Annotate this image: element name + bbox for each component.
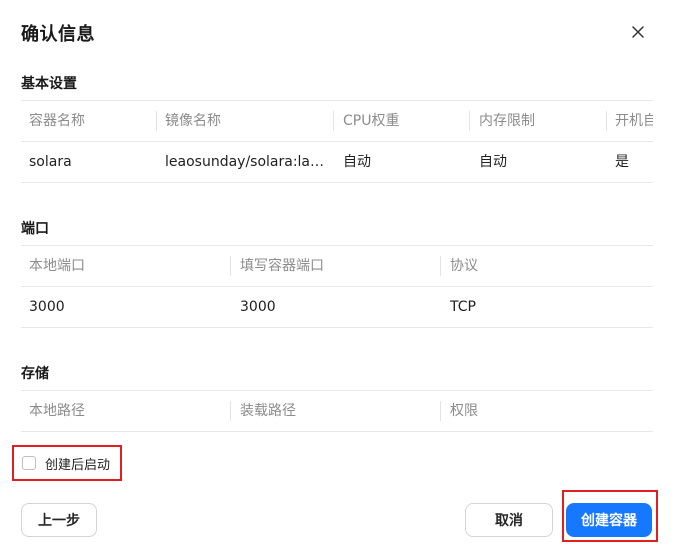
checkbox-box[interactable] <box>22 456 36 470</box>
cell-container-port: 3000 <box>240 299 276 315</box>
storage-table: 本地路径 装载路径 权限 <box>21 390 653 432</box>
column-header-local-port: 本地端口 <box>29 258 85 274</box>
cell-protocol: TCP <box>450 299 476 315</box>
cell-image-name: leaosunday/solara:lat... <box>165 154 325 170</box>
create-container-button[interactable]: 创建容器 <box>566 503 652 537</box>
start-after-create-checkbox[interactable]: 创建后启动 <box>12 445 122 481</box>
basic-settings-table: 容器名称 镜像名称 CPU权重 内存限制 开机自启 solara leaosun… <box>21 100 653 183</box>
column-header-permission: 权限 <box>440 391 478 431</box>
column-header-container-name: 容器名称 <box>29 113 85 129</box>
cell-memory-limit: 自动 <box>479 154 507 170</box>
confirm-dialog: 确认信息 基本设置 容器名称 镜像名称 CPU权重 内存限制 开机自启 sola… <box>0 0 677 560</box>
table-header-row: 本地路径 装载路径 权限 <box>21 390 653 432</box>
cell-container-name: solara <box>29 154 72 170</box>
dialog-title: 确认信息 <box>21 24 95 45</box>
section-title-ports: 端口 <box>21 221 49 237</box>
prev-step-button[interactable]: 上一步 <box>21 503 97 537</box>
close-button[interactable] <box>627 21 649 43</box>
column-header-memory-limit: 内存限制 <box>469 101 535 141</box>
cell-cpu-weight: 自动 <box>343 154 371 170</box>
cell-autostart: 是 <box>615 154 629 170</box>
column-header-image-name: 镜像名称 <box>156 101 221 141</box>
column-header-autostart: 开机自启 <box>606 101 653 141</box>
cell-local-port: 3000 <box>29 299 65 315</box>
close-icon <box>632 26 644 38</box>
column-header-mount-path: 装载路径 <box>230 391 296 431</box>
checkbox-label: 创建后启动 <box>45 457 111 473</box>
table-row: solara leaosunday/solara:lat... 自动 自动 是 <box>21 141 653 183</box>
table-row: 3000 3000 TCP <box>21 286 653 328</box>
table-header-row: 容器名称 镜像名称 CPU权重 内存限制 开机自启 <box>21 100 653 141</box>
column-header-protocol: 协议 <box>440 246 478 286</box>
cancel-button[interactable]: 取消 <box>465 503 553 537</box>
table-header-row: 本地端口 填写容器端口 协议 <box>21 245 653 286</box>
column-header-cpu-weight: CPU权重 <box>333 101 399 141</box>
column-header-container-port: 填写容器端口 <box>230 246 324 286</box>
section-title-basic: 基本设置 <box>21 76 77 92</box>
ports-table: 本地端口 填写容器端口 协议 3000 3000 TCP <box>21 245 653 328</box>
column-header-local-path: 本地路径 <box>29 403 85 419</box>
section-title-storage: 存储 <box>21 366 49 382</box>
